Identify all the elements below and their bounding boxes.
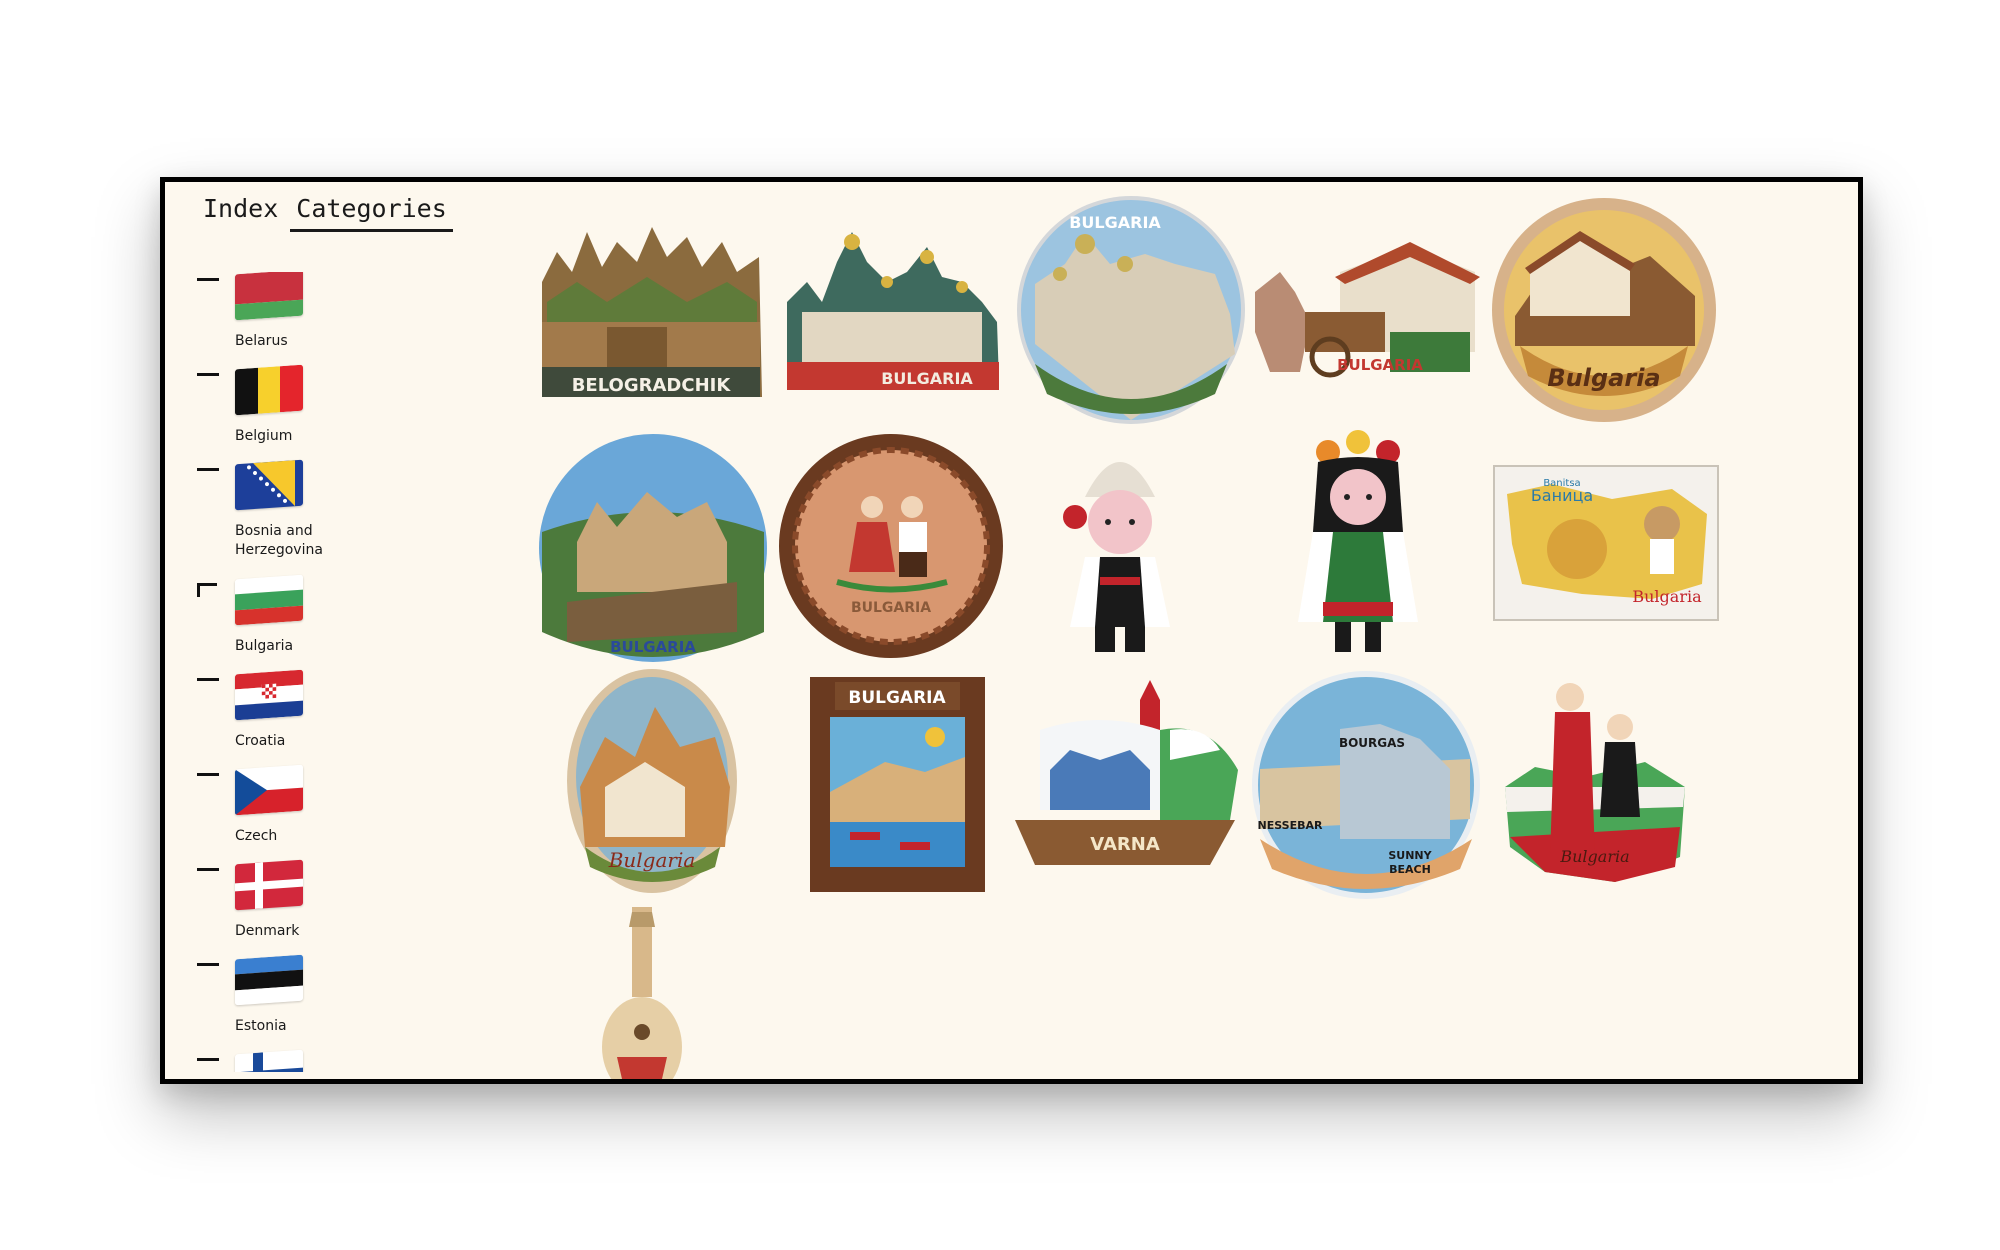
magnet-image: BULGARIA (810, 677, 985, 892)
magnet-image: Banitsa Баница Bulgaria (1493, 465, 1719, 621)
magnet-caption: VARNA (1090, 834, 1160, 855)
magnet-image (1298, 430, 1418, 652)
magnet-image: BULGARIA (787, 232, 999, 390)
magnet-caption: BULGARIA (1069, 213, 1161, 232)
magnet-banitsa[interactable]: Banitsa Баница Bulgaria (1492, 464, 1720, 622)
magnet-image: Bulgaria (1505, 683, 1685, 882)
magnet-caption: BULGARIA (848, 688, 946, 708)
magnet-caption: Bulgaria (1547, 364, 1660, 392)
magnet-wood-frame-boats[interactable]: BULGARIA (805, 672, 990, 897)
magnet-round-coast[interactable]: BOURGAS NESSEBAR SUNNY BEACH (1250, 669, 1482, 901)
magnet-image: Bulgaria (1492, 198, 1716, 422)
magnet-caption: Bulgaria (1632, 587, 1702, 606)
magnet-caption: Bulgaria (608, 848, 696, 872)
magnet-image: BULGARIA (779, 434, 1003, 658)
magnet-tambura[interactable] (597, 907, 687, 1079)
magnet-round-church[interactable]: BULGARIA (1015, 194, 1247, 426)
magnet-donkey-cart[interactable]: BULGARIA (1250, 232, 1482, 382)
magnet-wooden-dancers[interactable]: BULGARIA (777, 432, 1005, 660)
browser-window: Index Categories Belarus Belgium Bosnia … (160, 177, 1863, 1084)
magnet-belogradchik[interactable]: BELOGRADCHIK (537, 212, 765, 402)
magnet-caption: Bulgaria (1559, 847, 1629, 866)
magnet-doll-hat[interactable] (1045, 427, 1195, 667)
magnet-ship-varna[interactable]: VARNA (1010, 670, 1242, 880)
magnet-caption: BULGARIA (1337, 356, 1423, 374)
magnet-image: BOURGAS NESSEBAR SUNNY BEACH (1252, 671, 1480, 899)
magnet-doll-flowers[interactable] (1283, 422, 1433, 667)
magnet-caption: BULGARIA (881, 369, 973, 388)
magnet-label-beach: BEACH (1389, 863, 1431, 876)
magnet-oval-old-town[interactable]: Bulgaria (565, 667, 740, 895)
magnet-title: Баница (1531, 486, 1593, 505)
magnet-image (1063, 462, 1170, 652)
magnet-round-monastery[interactable]: BULGARIA (537, 432, 769, 664)
magnet-image: BELOGRADCHIK (542, 227, 762, 397)
magnet-image: Bulgaria (567, 669, 737, 893)
magnet-image: BULGARIA (539, 434, 767, 662)
magnet-cathedral[interactable]: BULGARIA (777, 222, 1005, 397)
magnet-wooden-plate-village[interactable]: Bulgaria (1490, 196, 1718, 424)
magnet-image: VARNA (1015, 680, 1238, 865)
magnet-label-sunny: SUNNY (1388, 849, 1432, 862)
magnet-image: BULGARIA (1017, 196, 1245, 424)
magnet-image (602, 907, 682, 1079)
magnet-couple-map[interactable]: Bulgaria (1495, 667, 1695, 892)
magnet-caption: BELOGRADCHIK (572, 375, 732, 396)
magnet-gallery: BELOGRADCHIK BULGARIA BULGARIA BULGARIA … (165, 182, 1858, 1079)
magnet-caption: BOURGAS (1339, 736, 1405, 750)
magnet-caption: BULGARIA (851, 600, 931, 616)
magnet-label-nessebar: NESSEBAR (1258, 819, 1323, 832)
magnet-caption: BULGARIA (610, 638, 696, 656)
magnet-image: BULGARIA (1255, 242, 1480, 378)
